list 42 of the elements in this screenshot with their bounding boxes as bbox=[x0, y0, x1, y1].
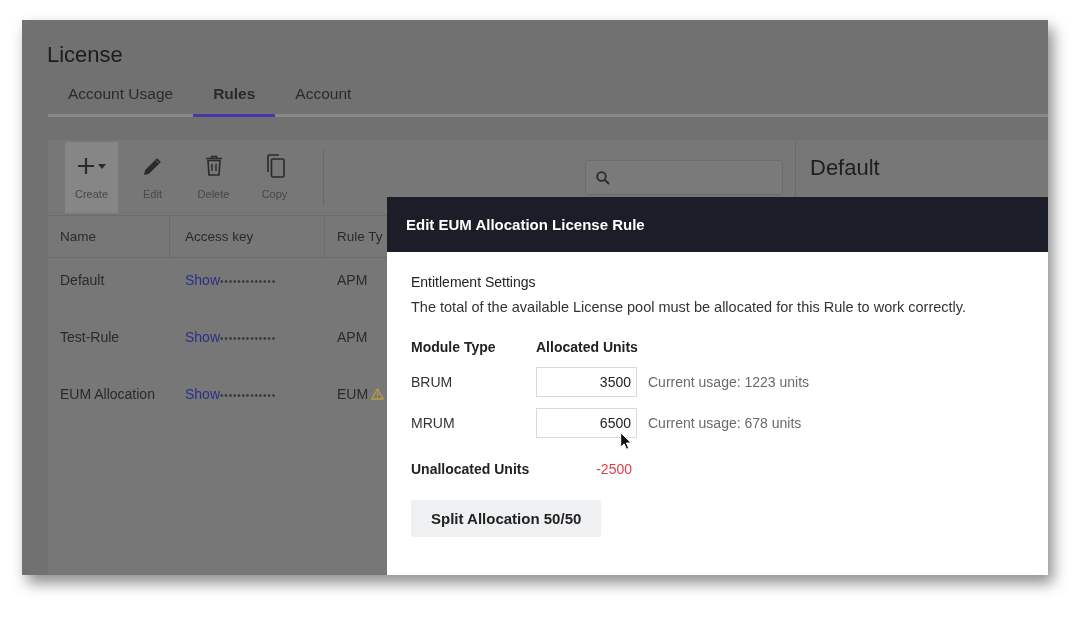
panel-title: Default bbox=[810, 155, 880, 181]
table-cell-text: APM bbox=[337, 328, 368, 347]
section-title: Entitlement Settings bbox=[411, 273, 536, 291]
unallocated-label: Unallocated Units bbox=[411, 460, 530, 478]
table-cell-text: Default bbox=[60, 271, 105, 290]
usage-text: Current usage: 678 units bbox=[648, 415, 802, 431]
pencil-icon bbox=[142, 156, 163, 176]
tab[interactable]: Rules bbox=[193, 70, 276, 117]
show-link[interactable]: Show bbox=[185, 272, 221, 288]
show-link[interactable]: Show bbox=[185, 329, 221, 345]
search-icon bbox=[596, 170, 610, 185]
copy-icon bbox=[264, 154, 285, 178]
column-header[interactable]: Name bbox=[48, 216, 170, 257]
create-button[interactable]: Create bbox=[65, 142, 118, 213]
page-title: License bbox=[46, 41, 123, 68]
masked-key: ••••••••••••• bbox=[220, 333, 276, 344]
plus-icon bbox=[77, 157, 95, 175]
table-cell-text: EUM bbox=[337, 385, 369, 404]
table-cell-text: EUM Allocation bbox=[60, 385, 155, 404]
unallocated-value: -2500 bbox=[596, 461, 632, 477]
tab[interactable]: Account bbox=[275, 70, 372, 117]
table-cell-text: Test-Rule bbox=[60, 328, 120, 347]
units-input[interactable]: 6500 bbox=[536, 408, 637, 438]
masked-key: ••••••••••••• bbox=[220, 390, 276, 401]
table-cell-text: APM bbox=[337, 271, 368, 290]
column-header: Module Type bbox=[411, 338, 496, 356]
caret-icon bbox=[98, 163, 106, 169]
show-link[interactable]: Show bbox=[185, 386, 221, 402]
masked-key: ••••••••••••• bbox=[220, 276, 276, 287]
units-input[interactable]: 3500 bbox=[536, 367, 637, 397]
column-header[interactable]: Access key bbox=[170, 216, 325, 257]
trash-icon bbox=[204, 155, 223, 177]
mouse-pointer-icon bbox=[620, 432, 632, 450]
split-allocation-button[interactable]: Split Allocation 50/50 bbox=[411, 500, 602, 537]
module-label: MRUM bbox=[411, 415, 455, 431]
tab[interactable]: Account Usage bbox=[48, 70, 194, 117]
description-text: The total of the available License pool must be allocated for this Rule to work correctly. bbox=[411, 298, 967, 316]
usage-text: Current usage: 1223 units bbox=[648, 374, 810, 390]
module-label: BRUM bbox=[411, 374, 453, 390]
dialog-title: Edit EUM Allocation License Rule bbox=[406, 216, 645, 233]
column-header: Allocated Units bbox=[536, 338, 638, 356]
search-field[interactable] bbox=[585, 160, 783, 195]
